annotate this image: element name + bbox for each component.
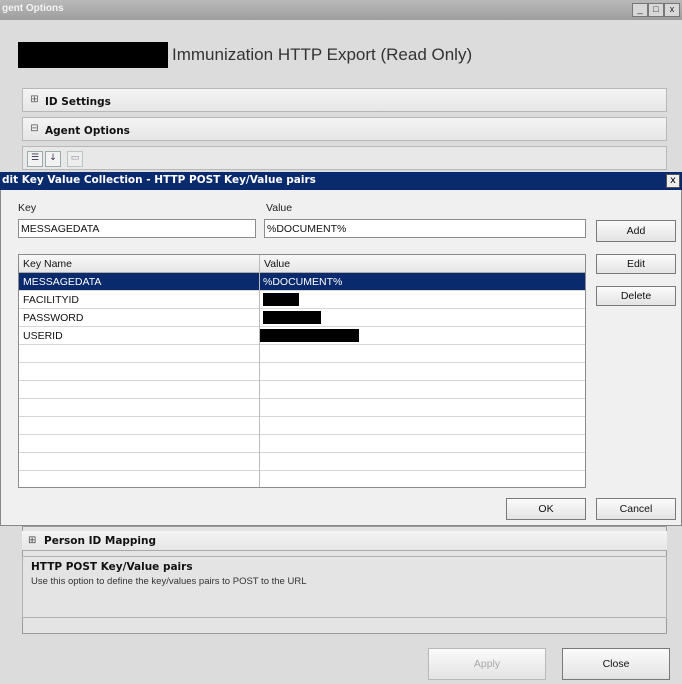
table-row[interactable]: PASSWORD: [19, 309, 585, 327]
section-agent-options-label: Agent Options: [45, 125, 130, 137]
redacted-block: [263, 311, 321, 324]
row-key: PASSWORD: [23, 312, 84, 324]
value-input[interactable]: %DOCUMENT%: [264, 219, 586, 238]
collapse-icon[interactable]: ⊟: [29, 124, 40, 135]
delete-button[interactable]: Delete: [596, 286, 676, 306]
value-label: Value: [266, 202, 293, 214]
close-window-button[interactable]: Close: [562, 648, 670, 680]
redacted-block: [18, 42, 168, 68]
column-header-key-name[interactable]: Key Name: [19, 255, 259, 273]
help-panel: HTTP POST Key/Value pairs Use this optio…: [22, 556, 667, 618]
redacted-block: [263, 293, 299, 306]
dialog-close-button[interactable]: x: [666, 174, 680, 188]
table-row[interactable]: [19, 399, 585, 417]
property-toolbar: ☰ ↓ ▭: [22, 146, 667, 170]
add-button[interactable]: Add: [596, 220, 676, 242]
table-row[interactable]: [19, 435, 585, 453]
table-row[interactable]: [19, 363, 585, 381]
dialog-title: dit Key Value Collection - HTTP POST Key…: [2, 174, 316, 186]
ok-button[interactable]: OK: [506, 498, 586, 520]
column-header-value[interactable]: Value: [259, 255, 585, 273]
categorized-icon[interactable]: ☰: [27, 151, 43, 167]
minimize-button[interactable]: _: [632, 3, 648, 17]
section-person-id-mapping[interactable]: ⊞ Person ID Mapping: [22, 531, 667, 551]
section-id-settings-label: ID Settings: [45, 96, 111, 108]
row-key: USERID: [23, 330, 63, 342]
property-pages-icon[interactable]: ▭: [67, 151, 83, 167]
table-row[interactable]: [19, 381, 585, 399]
outer-titlebar: gent Options _ □ x: [0, 0, 682, 20]
expand-icon[interactable]: ⊞: [29, 95, 40, 106]
row-key: MESSAGEDATA: [23, 276, 102, 288]
expand-icon[interactable]: ⊞: [28, 535, 36, 546]
page-title: Immunization HTTP Export (Read Only): [172, 45, 473, 64]
dialog-titlebar: dit Key Value Collection - HTTP POST Key…: [0, 172, 682, 190]
edit-button[interactable]: Edit: [596, 254, 676, 274]
key-label: Key: [18, 202, 37, 214]
close-button[interactable]: x: [664, 3, 680, 17]
sort-alpha-icon[interactable]: ↓: [45, 151, 61, 167]
key-value-grid[interactable]: Key Name Value MESSAGEDATA %DOCUMENT% FA…: [18, 254, 586, 488]
key-input[interactable]: MESSAGEDATA: [18, 219, 256, 238]
maximize-button[interactable]: □: [648, 3, 664, 17]
table-row[interactable]: [19, 345, 585, 363]
outer-window-title: gent Options: [2, 3, 64, 14]
cancel-button[interactable]: Cancel: [596, 498, 676, 520]
help-text: Use this option to define the key/values…: [31, 576, 307, 587]
section-person-id-mapping-label: Person ID Mapping: [44, 535, 157, 547]
apply-button[interactable]: Apply: [428, 648, 546, 680]
table-row[interactable]: [19, 417, 585, 435]
help-title: HTTP POST Key/Value pairs: [31, 561, 193, 573]
table-row[interactable]: FACILITYID: [19, 291, 585, 309]
row-key: FACILITYID: [23, 294, 80, 306]
section-id-settings[interactable]: ⊞ ID Settings: [22, 88, 667, 112]
table-row[interactable]: USERID: [19, 327, 585, 345]
row-value: %DOCUMENT%: [263, 276, 343, 288]
table-row[interactable]: [19, 453, 585, 471]
table-row[interactable]: [19, 471, 585, 489]
table-row[interactable]: MESSAGEDATA %DOCUMENT%: [19, 273, 585, 291]
section-agent-options[interactable]: ⊟ Agent Options: [22, 117, 667, 141]
column-divider[interactable]: [259, 255, 260, 487]
redacted-block: [259, 329, 359, 342]
